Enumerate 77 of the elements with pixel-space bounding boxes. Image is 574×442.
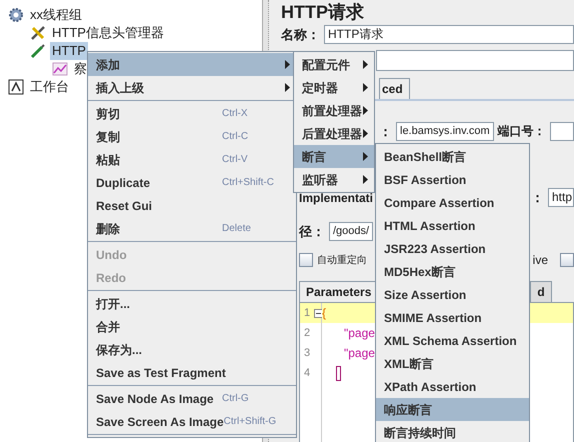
checkbox-label: ive <box>532 252 548 269</box>
text-cursor <box>336 366 341 382</box>
chart-icon <box>52 61 68 77</box>
menu-item[interactable]: 前置处理器 <box>294 99 374 122</box>
menu-item[interactable]: Size Assertion <box>376 283 529 306</box>
line-number: 1 <box>304 306 310 321</box>
menu-item[interactable]: XPath Assertion <box>376 375 529 398</box>
field-label: 径： <box>299 222 325 240</box>
tree-node[interactable]: 工作台 <box>28 78 71 96</box>
menu-item[interactable]: 打开... <box>88 292 296 315</box>
menu-item[interactable]: Compare Assertion <box>376 191 529 214</box>
field-label: 端口号： <box>498 123 546 140</box>
name-field[interactable]: HTTP请求 <box>324 25 574 44</box>
menu-item[interactable]: 定时器 <box>294 76 374 99</box>
field-label: ： <box>531 189 544 207</box>
menu-item[interactable]: 合并 <box>88 315 296 338</box>
menu-item[interactable]: XML Schema Assertion <box>376 329 529 352</box>
menu-item[interactable]: Duplicate Ctrl+Shift-C <box>88 171 296 194</box>
tab[interactable]: d <box>530 281 552 302</box>
menu-item[interactable]: 配置元件 <box>294 53 374 76</box>
menu-item[interactable]: BeanShell断言 <box>376 145 529 168</box>
shortcut-text: Ctrl-X <box>222 107 249 121</box>
code-text: "page <box>343 346 375 360</box>
workbench-icon <box>8 79 24 95</box>
menu-item[interactable]: 保存为... <box>88 338 296 361</box>
tree-node[interactable]: HTTP <box>50 42 88 60</box>
line-number: 3 <box>304 346 310 361</box>
menu-item[interactable]: 响应断言 <box>376 398 529 421</box>
menu-item[interactable]: Reset Gui <box>88 194 296 217</box>
line-number: 4 <box>304 366 310 381</box>
field-label: ： <box>379 122 392 140</box>
tree-node[interactable]: 察 <box>72 60 89 78</box>
menu-item[interactable]: XML断言 <box>376 352 529 375</box>
tools-icon <box>30 25 46 41</box>
code-text: { <box>322 306 326 320</box>
menu-item[interactable]: 断言 <box>294 145 374 168</box>
comment-field[interactable] <box>376 50 574 70</box>
menu-item[interactable]: HTML Assertion <box>376 214 529 237</box>
menu-item[interactable]: 删除 Delete <box>88 217 296 240</box>
menu-item[interactable]: Save as Test Fragment <box>88 361 296 384</box>
protocol-field[interactable]: http <box>548 188 574 208</box>
shortcut-text: Ctrl-C <box>222 130 250 144</box>
tree-node[interactable]: HTTP信息头管理器 <box>50 24 166 42</box>
code-text: "page <box>343 326 375 340</box>
menu-item[interactable]: Save Node As Image Ctrl-G <box>88 387 296 410</box>
menu-item[interactable]: 后置处理器 <box>294 122 374 145</box>
menu-item[interactable]: BSF Assertion <box>376 168 529 191</box>
menu-item[interactable]: 断言持续时间 <box>376 421 529 442</box>
panel-title: HTTP请求 <box>281 1 365 24</box>
checkbox[interactable] <box>299 253 313 267</box>
line-number: 2 <box>304 326 310 341</box>
checkbox-label: 自动重定向 <box>317 254 367 268</box>
menu-item[interactable]: 复制 Ctrl-C <box>88 125 296 148</box>
menu-item[interactable]: 粘贴 Ctrl-V <box>88 148 296 171</box>
field-label: 名称： <box>281 26 320 44</box>
shortcut-text: Ctrl+Shift-G <box>224 415 278 429</box>
server-field[interactable]: le.bamsys.inv.com <box>396 122 494 141</box>
menu-item[interactable]: 剪切 Ctrl-X <box>88 102 296 125</box>
menu-item[interactable]: SMIME Assertion <box>376 306 529 329</box>
field-label: Implementati <box>299 190 374 207</box>
port-field[interactable] <box>550 122 574 141</box>
menu-item[interactable]: 添加 <box>88 53 296 76</box>
tree-node[interactable]: xx线程组 <box>28 6 84 24</box>
menu-item[interactable]: JSR223 Assertion <box>376 237 529 260</box>
shortcut-text: Ctrl-G <box>222 392 250 406</box>
gear-icon <box>8 7 24 23</box>
checkbox[interactable] <box>560 253 574 267</box>
menu-item[interactable]: Save Screen As ImageCtrl+Shift-G <box>88 410 296 433</box>
pen-icon <box>30 43 46 59</box>
menu-item[interactable]: 插入上级 <box>88 76 296 99</box>
menu-item[interactable]: MD5Hex断言 <box>376 260 529 283</box>
shortcut-text: Ctrl+Shift-C <box>222 176 275 190</box>
path-field[interactable]: /goods/ <box>329 222 374 241</box>
shortcut-text: Ctrl-V <box>222 153 249 167</box>
shortcut-text: Delete <box>222 222 252 236</box>
menu-item[interactable]: 监听器 <box>294 168 374 191</box>
tab[interactable]: ced <box>379 78 410 98</box>
